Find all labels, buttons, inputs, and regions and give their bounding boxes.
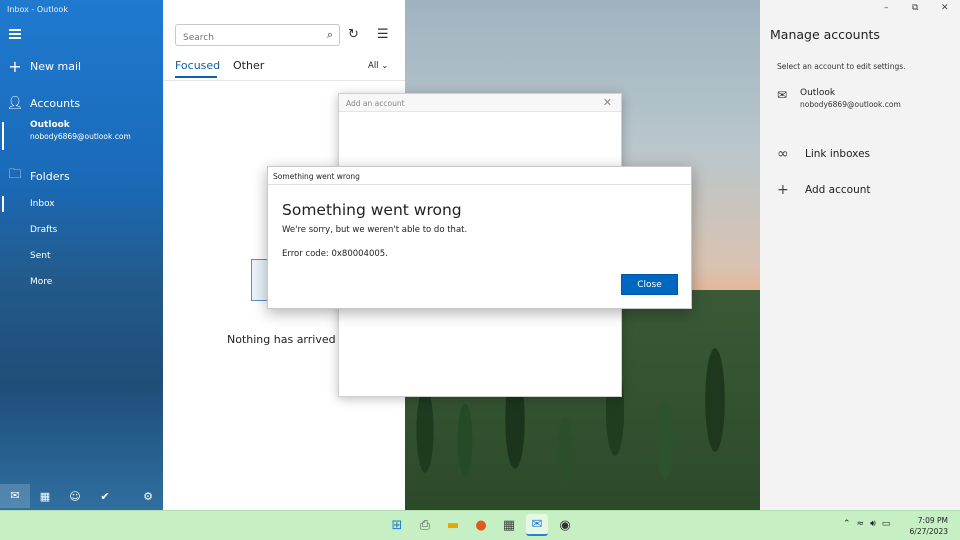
file-explorer-icon[interactable]: ▬	[442, 514, 464, 536]
account-item-outlook[interactable]: Outlook nobody6869@outlook.com	[0, 120, 163, 152]
window-title: Inbox - Outlook	[7, 5, 69, 14]
system-tray: ⌃ ≈ 🔊︎ ▭	[843, 519, 890, 529]
add-account-label: Add account	[805, 184, 871, 196]
error-message: We're sorry, but we weren't able to do t…	[282, 225, 468, 235]
new-mail-button[interactable]: + New mail	[0, 56, 163, 76]
selection-indicator	[2, 196, 4, 212]
chevron-up-icon[interactable]: ⌃	[843, 519, 851, 529]
search-input[interactable]	[176, 28, 316, 48]
nav-bottom-bar: ✉ ▦ ☺ ✔ ⚙	[0, 482, 163, 510]
restore-icon[interactable]: ⧉	[912, 3, 918, 13]
navigation-pane: Inbox - Outlook + New mail 👤︎ Accounts O…	[0, 0, 163, 510]
manage-account-outlook[interactable]: ✉ Outlook nobody6869@outlook.com	[777, 88, 901, 109]
add-account-dialog-header: Add an account ✕	[339, 94, 621, 112]
accounts-label: Accounts	[30, 96, 81, 110]
mail-icon[interactable]: ✉	[526, 514, 548, 536]
search-box[interactable]: ⌕	[175, 24, 340, 48]
folders-label: Folders	[30, 169, 70, 183]
camera-icon[interactable]: ◉	[554, 514, 576, 536]
tab-other[interactable]: Other	[233, 59, 264, 72]
hamburger-menu-icon[interactable]	[9, 29, 21, 39]
plus-icon: +	[8, 56, 22, 76]
empty-state-text: Nothing has arrived ye	[227, 333, 353, 346]
close-icon[interactable]: ✕	[941, 3, 949, 13]
close-button[interactable]: Close	[621, 274, 678, 295]
folder-inbox[interactable]: Inbox	[0, 194, 163, 214]
add-account-button[interactable]: + Add account	[777, 182, 871, 198]
window-controls: – ⧉ ✕	[760, 0, 960, 20]
filter-dropdown[interactable]: All ⌄	[368, 61, 388, 71]
link-inboxes-button[interactable]: ∞ Link inboxes	[777, 146, 870, 162]
error-dialog-header-title: Something went wrong	[273, 172, 360, 181]
calendar-icon[interactable]: ▦	[30, 490, 60, 503]
error-dialog-header: Something went wrong	[268, 167, 691, 185]
printer-icon[interactable]: ⎙	[414, 514, 436, 536]
wifi-icon[interactable]: ≈	[857, 519, 865, 529]
filter-label: All	[368, 61, 379, 71]
mail-icon: ✉	[777, 88, 788, 102]
account-email: nobody6869@outlook.com	[30, 132, 131, 141]
select-mode-icon[interactable]: ☰	[377, 27, 389, 42]
battery-icon[interactable]: ▭	[882, 519, 891, 529]
account-name: Outlook	[30, 120, 70, 130]
folder-label: More	[30, 277, 53, 287]
error-dialog: Something went wrong Something went wron…	[267, 166, 692, 309]
person-icon: 👤︎	[6, 95, 24, 111]
folder-label: Inbox	[30, 199, 55, 209]
minimize-icon[interactable]: –	[884, 3, 889, 13]
plus-icon: +	[777, 182, 789, 198]
add-account-dialog-title: Add an account	[346, 99, 405, 108]
volume-icon[interactable]: 🔊︎	[870, 519, 876, 529]
accounts-header[interactable]: 👤︎ Accounts	[0, 94, 163, 112]
manage-accounts-title: Manage accounts	[770, 27, 880, 42]
clock-time: 7:09 PM	[917, 516, 948, 525]
firefox-icon[interactable]: ●	[470, 514, 492, 536]
folder-more[interactable]: More	[0, 272, 163, 292]
windows-start-icon[interactable]: ⊞	[386, 514, 408, 536]
manage-accounts-subtitle: Select an account to edit settings.	[777, 62, 906, 71]
tab-underline	[175, 76, 217, 78]
error-title: Something went wrong	[282, 201, 462, 219]
folder-sent[interactable]: Sent	[0, 246, 163, 266]
gear-icon[interactable]: ⚙	[133, 490, 163, 503]
link-inboxes-label: Link inboxes	[805, 148, 870, 160]
manage-accounts-panel: Manage accounts Select an account to edi…	[760, 20, 960, 510]
chevron-down-icon: ⌄	[381, 61, 389, 71]
people-icon[interactable]: ☺	[60, 490, 90, 503]
folder-icon: 🗀︎	[8, 167, 22, 182]
divider	[163, 80, 405, 81]
todo-icon[interactable]: ✔	[90, 490, 120, 503]
folder-label: Drafts	[30, 225, 58, 235]
selection-indicator	[2, 122, 4, 150]
calculator-icon[interactable]: ▦	[498, 514, 520, 536]
folder-drafts[interactable]: Drafts	[0, 220, 163, 240]
taskbar: ⊞ ⎙ ▬ ● ▦ ✉ ◉ ⌃ ≈ 🔊︎ ▭ 7:09 PM 6/27/2023	[0, 510, 960, 540]
link-icon: ∞	[777, 146, 789, 162]
search-icon[interactable]: ⌕	[327, 28, 333, 42]
tab-focused[interactable]: Focused	[175, 59, 220, 72]
sync-icon[interactable]: ↻	[348, 27, 359, 42]
error-code: Error code: 0x80004005.	[282, 249, 388, 259]
account-email: nobody6869@outlook.com	[800, 100, 901, 109]
taskbar-apps: ⊞ ⎙ ▬ ● ▦ ✉ ◉	[386, 514, 576, 536]
clock[interactable]: 7:09 PM 6/27/2023	[910, 515, 948, 537]
account-name: Outlook	[800, 88, 836, 98]
folders-header[interactable]: 🗀︎ Folders	[0, 167, 163, 185]
clock-date: 6/27/2023	[909, 527, 948, 536]
mail-icon[interactable]: ✉	[0, 484, 30, 508]
new-mail-label: New mail	[30, 59, 82, 73]
close-icon[interactable]: ✕	[603, 96, 612, 109]
folder-label: Sent	[30, 251, 51, 261]
